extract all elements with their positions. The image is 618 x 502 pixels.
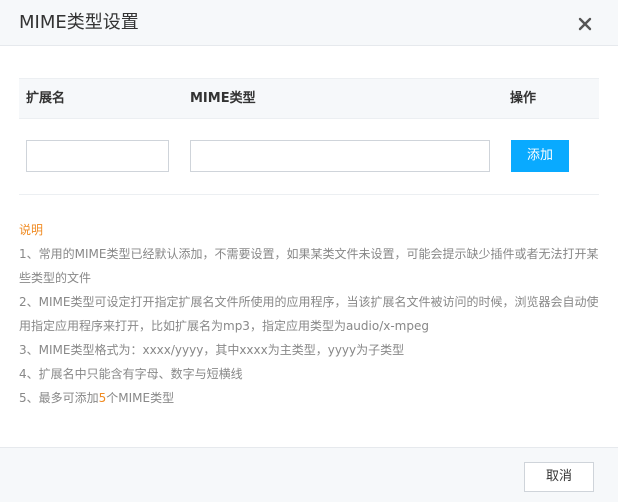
notes-title: 说明: [19, 223, 44, 237]
dialog-header: MIME类型设置: [0, 0, 618, 46]
mime-type-input[interactable]: [190, 140, 490, 172]
notes-section: 说明 1、常用的MIME类型已经默认添加，不需要设置，如果某类文件未设置，可能会…: [19, 218, 604, 410]
cancel-button[interactable]: 取消: [524, 462, 594, 492]
column-header-action: 操作: [510, 91, 537, 106]
table-header: 扩展名 MIME类型 操作: [19, 78, 599, 119]
note-line: 5、最多可添加5个MIME类型: [19, 386, 604, 410]
add-button[interactable]: 添加: [511, 140, 569, 172]
note-line5-suffix: 个MIME类型: [106, 391, 175, 405]
table-row: 添加: [19, 119, 599, 195]
column-header-extension: 扩展名: [26, 91, 66, 106]
dialog-footer: 取消: [0, 447, 618, 502]
note-line: 4、扩展名中只能含有字母、数字与短横线: [19, 367, 243, 381]
dialog-title: MIME类型设置: [19, 12, 139, 33]
note-line: 3、MIME类型格式为：xxxx/yyyy，其中xxxx为主类型，yyyy为子类…: [19, 343, 405, 357]
mime-settings-dialog: MIME类型设置 扩展名 MIME类型 操作 添加 说明 1、常用的MIME类型…: [0, 0, 618, 502]
extension-input[interactable]: [26, 140, 169, 172]
note-line5-prefix: 5、最多可添加: [19, 391, 99, 405]
close-icon[interactable]: [575, 14, 595, 34]
note-line: 1、常用的MIME类型已经默认添加，不需要设置，如果某类文件未设置，可能会提示缺…: [19, 247, 599, 285]
column-header-mime-type: MIME类型: [190, 91, 256, 106]
note-line: 2、MIME类型可设定打开指定扩展名文件所使用的应用程序，当该扩展名文件被访问的…: [19, 295, 599, 333]
